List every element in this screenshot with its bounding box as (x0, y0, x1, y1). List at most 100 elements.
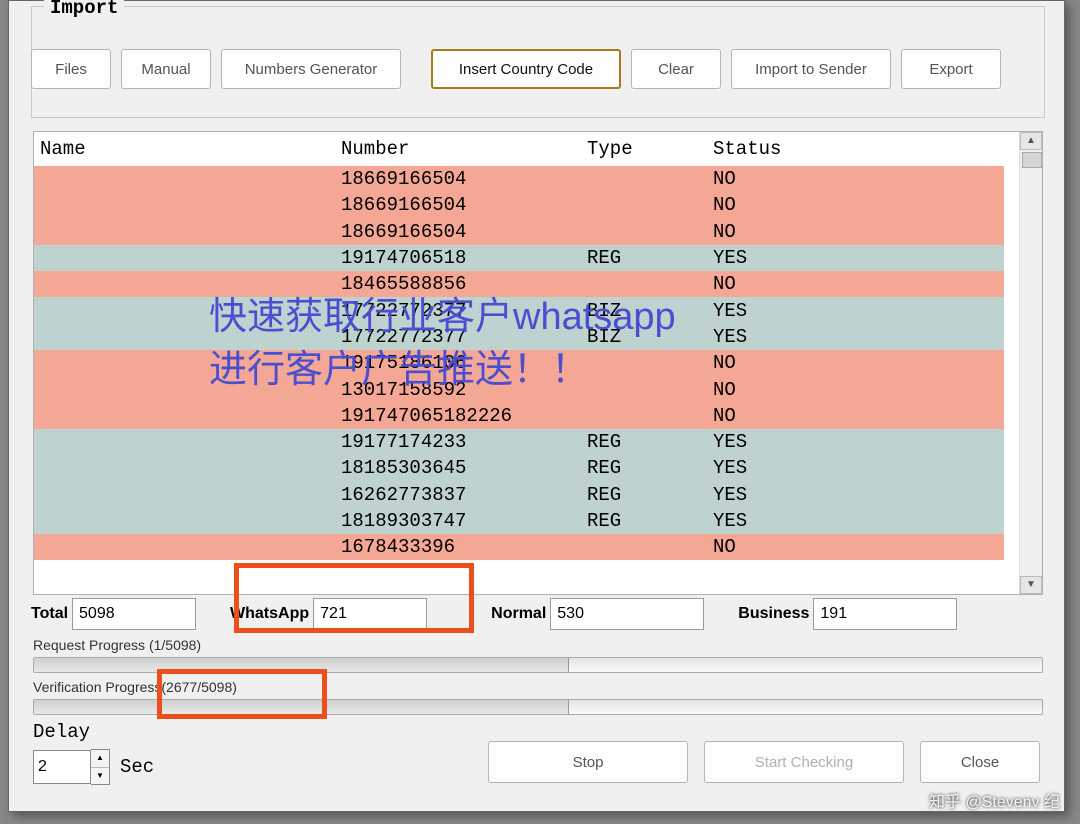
spin-down-icon[interactable]: ▼ (91, 768, 109, 785)
cell-number: 16262773837 (335, 484, 581, 506)
cell-number: 18465588856 (335, 273, 581, 295)
cell-type: BIZ (581, 300, 707, 322)
normal-label: Normal (487, 605, 550, 623)
cell-status: NO (707, 352, 843, 374)
cell-number: 19175186106 (335, 352, 581, 374)
table-row[interactable]: 17722772377BIZYES (34, 324, 1004, 350)
cell-status: NO (707, 405, 843, 427)
col-name[interactable]: Name (34, 138, 335, 160)
cell-number: 17722772377 (335, 326, 581, 348)
request-progress-bar (33, 657, 1043, 673)
cell-type: REG (581, 484, 707, 506)
request-progress-label: Request Progress (1/5098) (33, 637, 201, 653)
cell-number: 18669166504 (335, 194, 581, 216)
cell-number: 19174706518 (335, 247, 581, 269)
groupbox-title: Import (44, 0, 124, 19)
cell-number: 18669166504 (335, 221, 581, 243)
import-toolbar: Files Manual Numbers Generator Insert Co… (31, 49, 1043, 89)
table-row[interactable]: 1678433396 NO (34, 534, 1004, 560)
cell-status: YES (707, 300, 843, 322)
cell-type: REG (581, 510, 707, 532)
table-row[interactable]: 17722772377BIZYES (34, 297, 1004, 323)
request-progress-fill (34, 658, 569, 672)
cell-status: YES (707, 247, 843, 269)
table-row[interactable]: 16262773837REGYES (34, 482, 1004, 508)
cell-status: NO (707, 536, 843, 558)
app-window: Import Files Manual Numbers Generator In… (8, 0, 1065, 812)
scroll-up-arrow-icon[interactable]: ▲ (1020, 132, 1042, 150)
delay-unit: Sec (120, 756, 154, 778)
scroll-down-arrow-icon[interactable]: ▼ (1020, 576, 1042, 594)
table-row[interactable]: 19174706518REGYES (34, 245, 1004, 271)
files-button[interactable]: Files (31, 49, 111, 89)
footer-buttons: Stop Start Checking Close (488, 741, 1040, 783)
insert-country-code-button[interactable]: Insert Country Code (431, 49, 621, 89)
col-number[interactable]: Number (335, 138, 581, 160)
zhihu-watermark: 知乎 @Stevenv 纪 (929, 788, 1060, 812)
total-value: 5098 (72, 598, 196, 630)
verification-progress-label: Verification Progress(2677/5098) (33, 679, 237, 695)
cell-number: 17722772377 (335, 300, 581, 322)
verification-progress-fill (34, 700, 569, 714)
business-value: 191 (813, 598, 957, 630)
cell-type: BIZ (581, 326, 707, 348)
cell-status: NO (707, 194, 843, 216)
cell-status: NO (707, 221, 843, 243)
table-row[interactable]: 19175186106 NO (34, 350, 1004, 376)
manual-button[interactable]: Manual (121, 49, 211, 89)
table-row[interactable]: 18465588856 NO (34, 271, 1004, 297)
table-row[interactable]: 19177174233REGYES (34, 429, 1004, 455)
cell-number: 18189303747 (335, 510, 581, 532)
normal-value: 530 (550, 598, 704, 630)
table-row[interactable]: 18669166504 NO (34, 192, 1004, 218)
vertical-scrollbar[interactable]: ▲ ▼ (1019, 132, 1042, 594)
cell-status: YES (707, 484, 843, 506)
cell-number: 18669166504 (335, 168, 581, 190)
close-button[interactable]: Close (920, 741, 1040, 783)
cell-status: YES (707, 431, 843, 453)
spin-up-icon[interactable]: ▲ (91, 750, 109, 768)
numbers-generator-button[interactable]: Numbers Generator (221, 49, 401, 89)
clear-button[interactable]: Clear (631, 49, 721, 89)
scroll-thumb[interactable] (1022, 152, 1042, 168)
export-button[interactable]: Export (901, 49, 1001, 89)
table-row[interactable]: 191747065182226 NO (34, 403, 1004, 429)
cell-status: NO (707, 273, 843, 295)
cell-number: 1678433396 (335, 536, 581, 558)
cell-number: 19177174233 (335, 431, 581, 453)
table-row[interactable]: 13017158592 NO (34, 376, 1004, 402)
import-to-sender-button[interactable]: Import to Sender (731, 49, 891, 89)
cell-status: NO (707, 168, 843, 190)
cell-type: REG (581, 247, 707, 269)
cell-type: REG (581, 457, 707, 479)
col-status[interactable]: Status (707, 138, 843, 160)
cell-status: YES (707, 457, 843, 479)
results-table: Name Number Type Status 18669166504NO186… (33, 131, 1043, 595)
business-label: Business (734, 605, 813, 623)
table-row[interactable]: 18189303747REGYES (34, 508, 1004, 534)
whatsapp-label: WhatsApp (226, 605, 313, 623)
delay-input[interactable] (33, 750, 91, 784)
cell-number: 191747065182226 (335, 405, 581, 427)
col-type[interactable]: Type (581, 138, 707, 160)
cell-status: YES (707, 326, 843, 348)
cell-number: 18185303645 (335, 457, 581, 479)
total-label: Total (27, 605, 72, 623)
table-body: 18669166504NO18669166504NO18669166504NO1… (34, 166, 1004, 560)
table-row[interactable]: 18669166504 NO (34, 219, 1004, 245)
delay-section: Delay ▲ ▼ Sec (33, 721, 154, 785)
verification-progress-bar (33, 699, 1043, 715)
table-header: Name Number Type Status (34, 132, 1004, 167)
stop-button[interactable]: Stop (488, 741, 688, 783)
cell-status: YES (707, 510, 843, 532)
delay-spinner[interactable]: ▲ ▼ (91, 749, 110, 785)
stats-bar: Total 5098 WhatsApp 721 Normal 530 Busin… (27, 597, 1047, 631)
cell-status: NO (707, 379, 843, 401)
table-row[interactable]: 18185303645REGYES (34, 455, 1004, 481)
start-checking-button[interactable]: Start Checking (704, 741, 904, 783)
table-row[interactable]: 18669166504 NO (34, 166, 1004, 192)
cell-type: REG (581, 431, 707, 453)
delay-label: Delay (33, 721, 154, 743)
cell-number: 13017158592 (335, 379, 581, 401)
whatsapp-value: 721 (313, 598, 427, 630)
